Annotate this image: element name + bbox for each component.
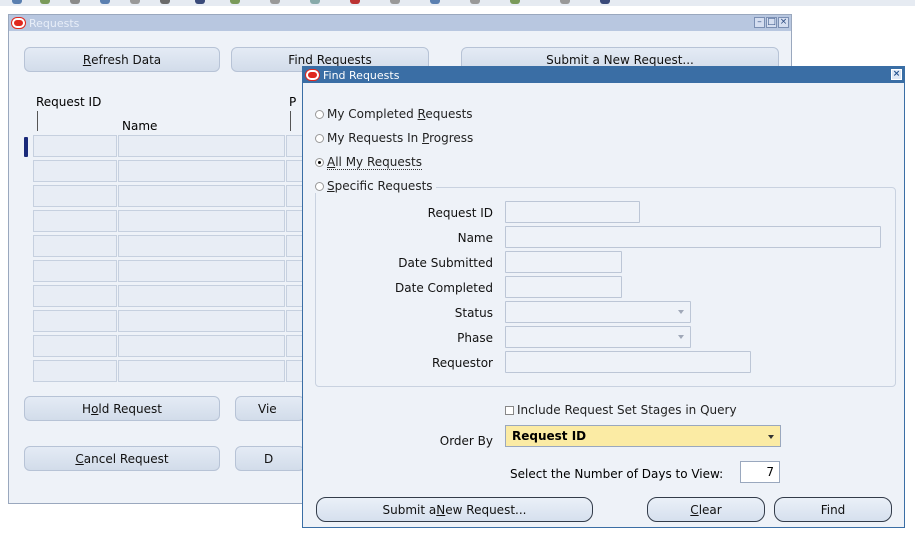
col-header-name: Name — [122, 119, 158, 133]
table-cell[interactable] — [33, 160, 117, 182]
table-cell[interactable] — [33, 135, 117, 157]
find-requests-title: Find Requests — [323, 68, 400, 82]
order-by-dropdown[interactable]: Request ID — [505, 425, 781, 447]
screen: Requests – □ × Refresh Data Find Request… — [0, 0, 915, 534]
table-cell[interactable] — [118, 360, 285, 382]
requests-title: Requests — [29, 16, 80, 30]
maximize-icon[interactable]: □ — [766, 17, 777, 28]
current-record-indicator — [24, 137, 28, 157]
chevron-down-icon — [768, 435, 774, 439]
table-cell[interactable] — [118, 185, 285, 207]
days-label: Select the Number of Days to View: — [510, 467, 724, 481]
radio-circle-icon — [315, 109, 324, 119]
date-completed-label: Date Completed — [395, 281, 493, 295]
requests-titlebar[interactable]: Requests – □ × — [9, 15, 791, 31]
minimize-icon[interactable]: – — [754, 17, 765, 28]
request-id-label: Request ID — [427, 206, 493, 220]
radio-my-completed-requests[interactable]: My Completed Requests — [315, 107, 473, 121]
table-cell[interactable] — [118, 260, 285, 282]
phase-label: Phase — [457, 331, 493, 345]
table-cell[interactable] — [33, 210, 117, 232]
status-label: Status — [454, 306, 493, 320]
table-cell[interactable] — [118, 310, 285, 332]
table-cell[interactable] — [118, 210, 285, 232]
phase-dropdown[interactable] — [505, 326, 691, 348]
view-details-button[interactable]: Vie — [235, 396, 305, 421]
refresh-data-button[interactable]: Refresh Data — [24, 47, 220, 72]
radio-my-requests-in-progress[interactable]: My Requests In Progress — [315, 131, 473, 145]
diagnostics-button[interactable]: D — [235, 446, 305, 471]
col-header-request-id: Request ID — [36, 95, 102, 109]
find-button[interactable]: Find — [774, 497, 892, 522]
table-cell[interactable] — [33, 185, 117, 207]
oracle-logo-icon — [12, 18, 25, 28]
radio-circle-icon — [315, 181, 324, 191]
submit-new-request-button[interactable]: Submit a New Request... — [316, 497, 593, 522]
table-cell[interactable] — [33, 310, 117, 332]
close-icon[interactable]: × — [891, 69, 902, 80]
days-to-view-field[interactable]: 7 — [740, 461, 780, 483]
table-cell[interactable] — [118, 160, 285, 182]
date-completed-field[interactable] — [505, 276, 622, 298]
col-header-phase: P — [289, 95, 297, 109]
oracle-logo-icon — [306, 70, 319, 80]
close-icon[interactable]: × — [778, 17, 789, 28]
requestor-label: Requestor — [431, 356, 493, 370]
name-field[interactable] — [505, 226, 881, 248]
date-submitted-field[interactable] — [505, 251, 622, 273]
table-cell[interactable] — [33, 285, 117, 307]
header-divider — [290, 111, 291, 131]
find-requests-window: Find Requests × My Completed Requests My… — [302, 66, 905, 528]
include-stages-checkbox[interactable]: Include Request Set Stages in Query — [505, 403, 737, 417]
request-id-field[interactable] — [505, 201, 640, 223]
table-cell[interactable] — [33, 335, 117, 357]
table-cell[interactable] — [118, 235, 285, 257]
radio-all-my-requests[interactable]: All My Requests — [315, 155, 422, 170]
order-by-label: Order By — [439, 434, 493, 448]
requestor-field[interactable] — [505, 351, 751, 373]
table-cell[interactable] — [33, 360, 117, 382]
radio-circle-icon — [315, 133, 324, 143]
hold-request-button[interactable]: Ho ld Request — [24, 396, 220, 421]
table-cell[interactable] — [33, 260, 117, 282]
checkbox-icon — [505, 405, 514, 415]
cancel-request-button[interactable]: Cancel Request — [24, 446, 220, 471]
header-divider — [37, 111, 38, 131]
radio-specific-requests[interactable]: Specific Requests — [315, 179, 436, 193]
table-cell[interactable] — [33, 235, 117, 257]
table-cell[interactable] — [118, 285, 285, 307]
radio-selected-icon — [315, 158, 324, 167]
toolbar-strip — [0, 0, 915, 6]
table-cell[interactable] — [118, 135, 285, 157]
status-dropdown[interactable] — [505, 301, 691, 323]
date-submitted-label: Date Submitted — [398, 256, 493, 270]
name-label: Name — [457, 231, 493, 245]
find-requests-titlebar[interactable]: Find Requests × — [303, 67, 904, 83]
table-cell[interactable] — [118, 335, 285, 357]
clear-button[interactable]: Clear — [647, 497, 765, 522]
